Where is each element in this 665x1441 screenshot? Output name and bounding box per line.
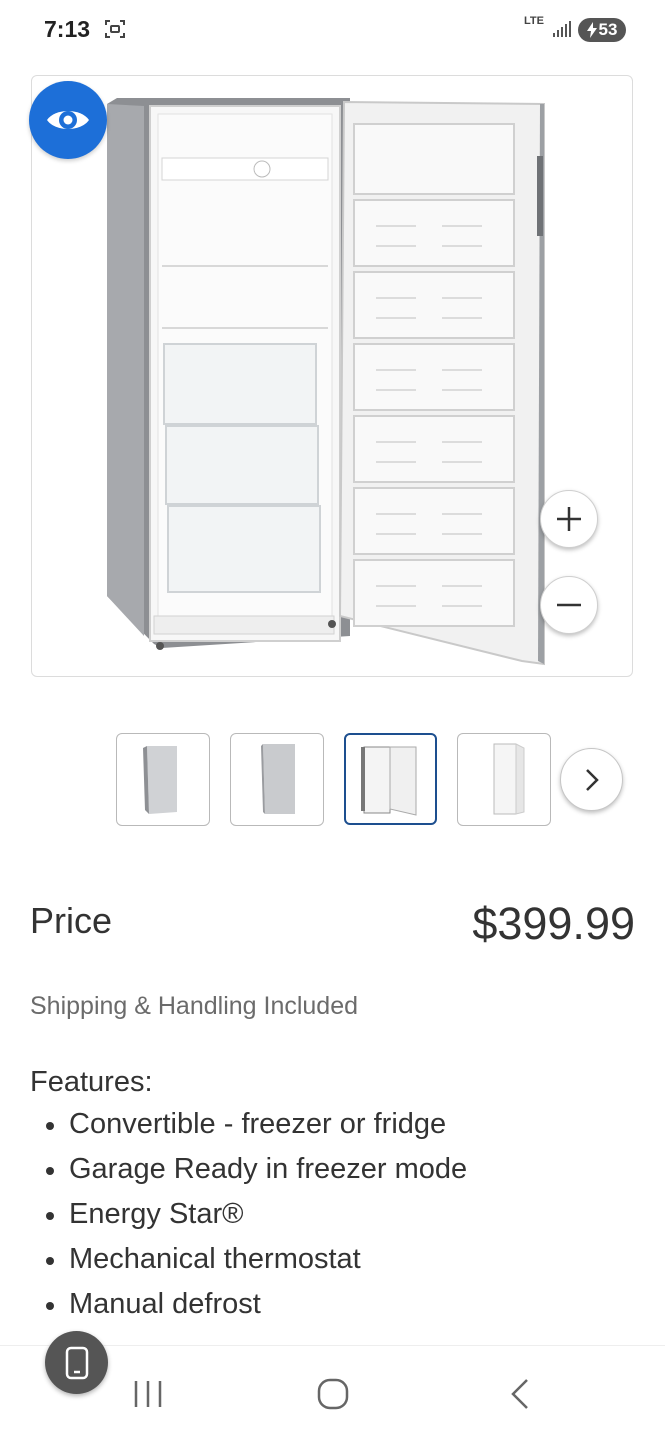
eye-icon <box>47 111 89 129</box>
features-list: Convertible - freezer or fridge Garage R… <box>30 1102 467 1327</box>
recents-icon <box>134 1380 162 1407</box>
thumbnail-image <box>493 743 525 815</box>
phone-floating-button[interactable] <box>45 1331 108 1394</box>
feature-item: Garage Ready in freezer mode <box>30 1147 467 1192</box>
chevron-right-icon <box>585 768 599 791</box>
phone-icon <box>65 1346 88 1379</box>
thumbnail-image <box>261 744 295 814</box>
feature-item: Energy Star® <box>30 1192 467 1237</box>
home-button[interactable] <box>273 1346 393 1441</box>
feature-item: Convertible - freezer or fridge <box>30 1102 467 1147</box>
zoom-in-button[interactable] <box>540 490 598 548</box>
battery-level: 53 <box>598 20 618 39</box>
back-icon <box>511 1378 528 1409</box>
thumbnail-2[interactable] <box>230 733 324 826</box>
thumbnail-4[interactable] <box>457 733 551 826</box>
status-time: 7:13 <box>44 16 91 42</box>
battery-indicator: 53 <box>578 18 626 42</box>
feature-item: Manual defrost <box>30 1282 467 1327</box>
view-toggle-button[interactable] <box>29 81 107 159</box>
thumbnail-1[interactable] <box>116 733 210 826</box>
charging-icon <box>586 22 597 38</box>
price-value: $399.99 <box>472 898 635 949</box>
feature-item: Mechanical thermostat <box>30 1237 467 1282</box>
shipping-note: Shipping & Handling Included <box>30 992 359 1020</box>
network-type: LTE <box>524 15 544 27</box>
screenshot-icon <box>105 20 125 38</box>
zoom-out-button[interactable] <box>540 576 598 634</box>
status-bar: 7:13 LTE 53 <box>0 0 665 60</box>
features-heading: Features: <box>30 1066 153 1098</box>
product-image <box>107 98 545 666</box>
back-button[interactable] <box>460 1346 580 1441</box>
plus-icon <box>557 507 581 531</box>
signal-icon <box>553 21 571 37</box>
home-icon <box>317 1378 349 1409</box>
thumbnail-3[interactable] <box>344 733 437 825</box>
thumbnail-image <box>361 746 417 816</box>
product-image-viewer[interactable] <box>31 75 633 677</box>
price-label: Price <box>30 900 113 941</box>
minus-icon <box>557 603 581 607</box>
next-thumbnails-button[interactable] <box>560 748 623 811</box>
thumbnail-image <box>143 746 177 814</box>
